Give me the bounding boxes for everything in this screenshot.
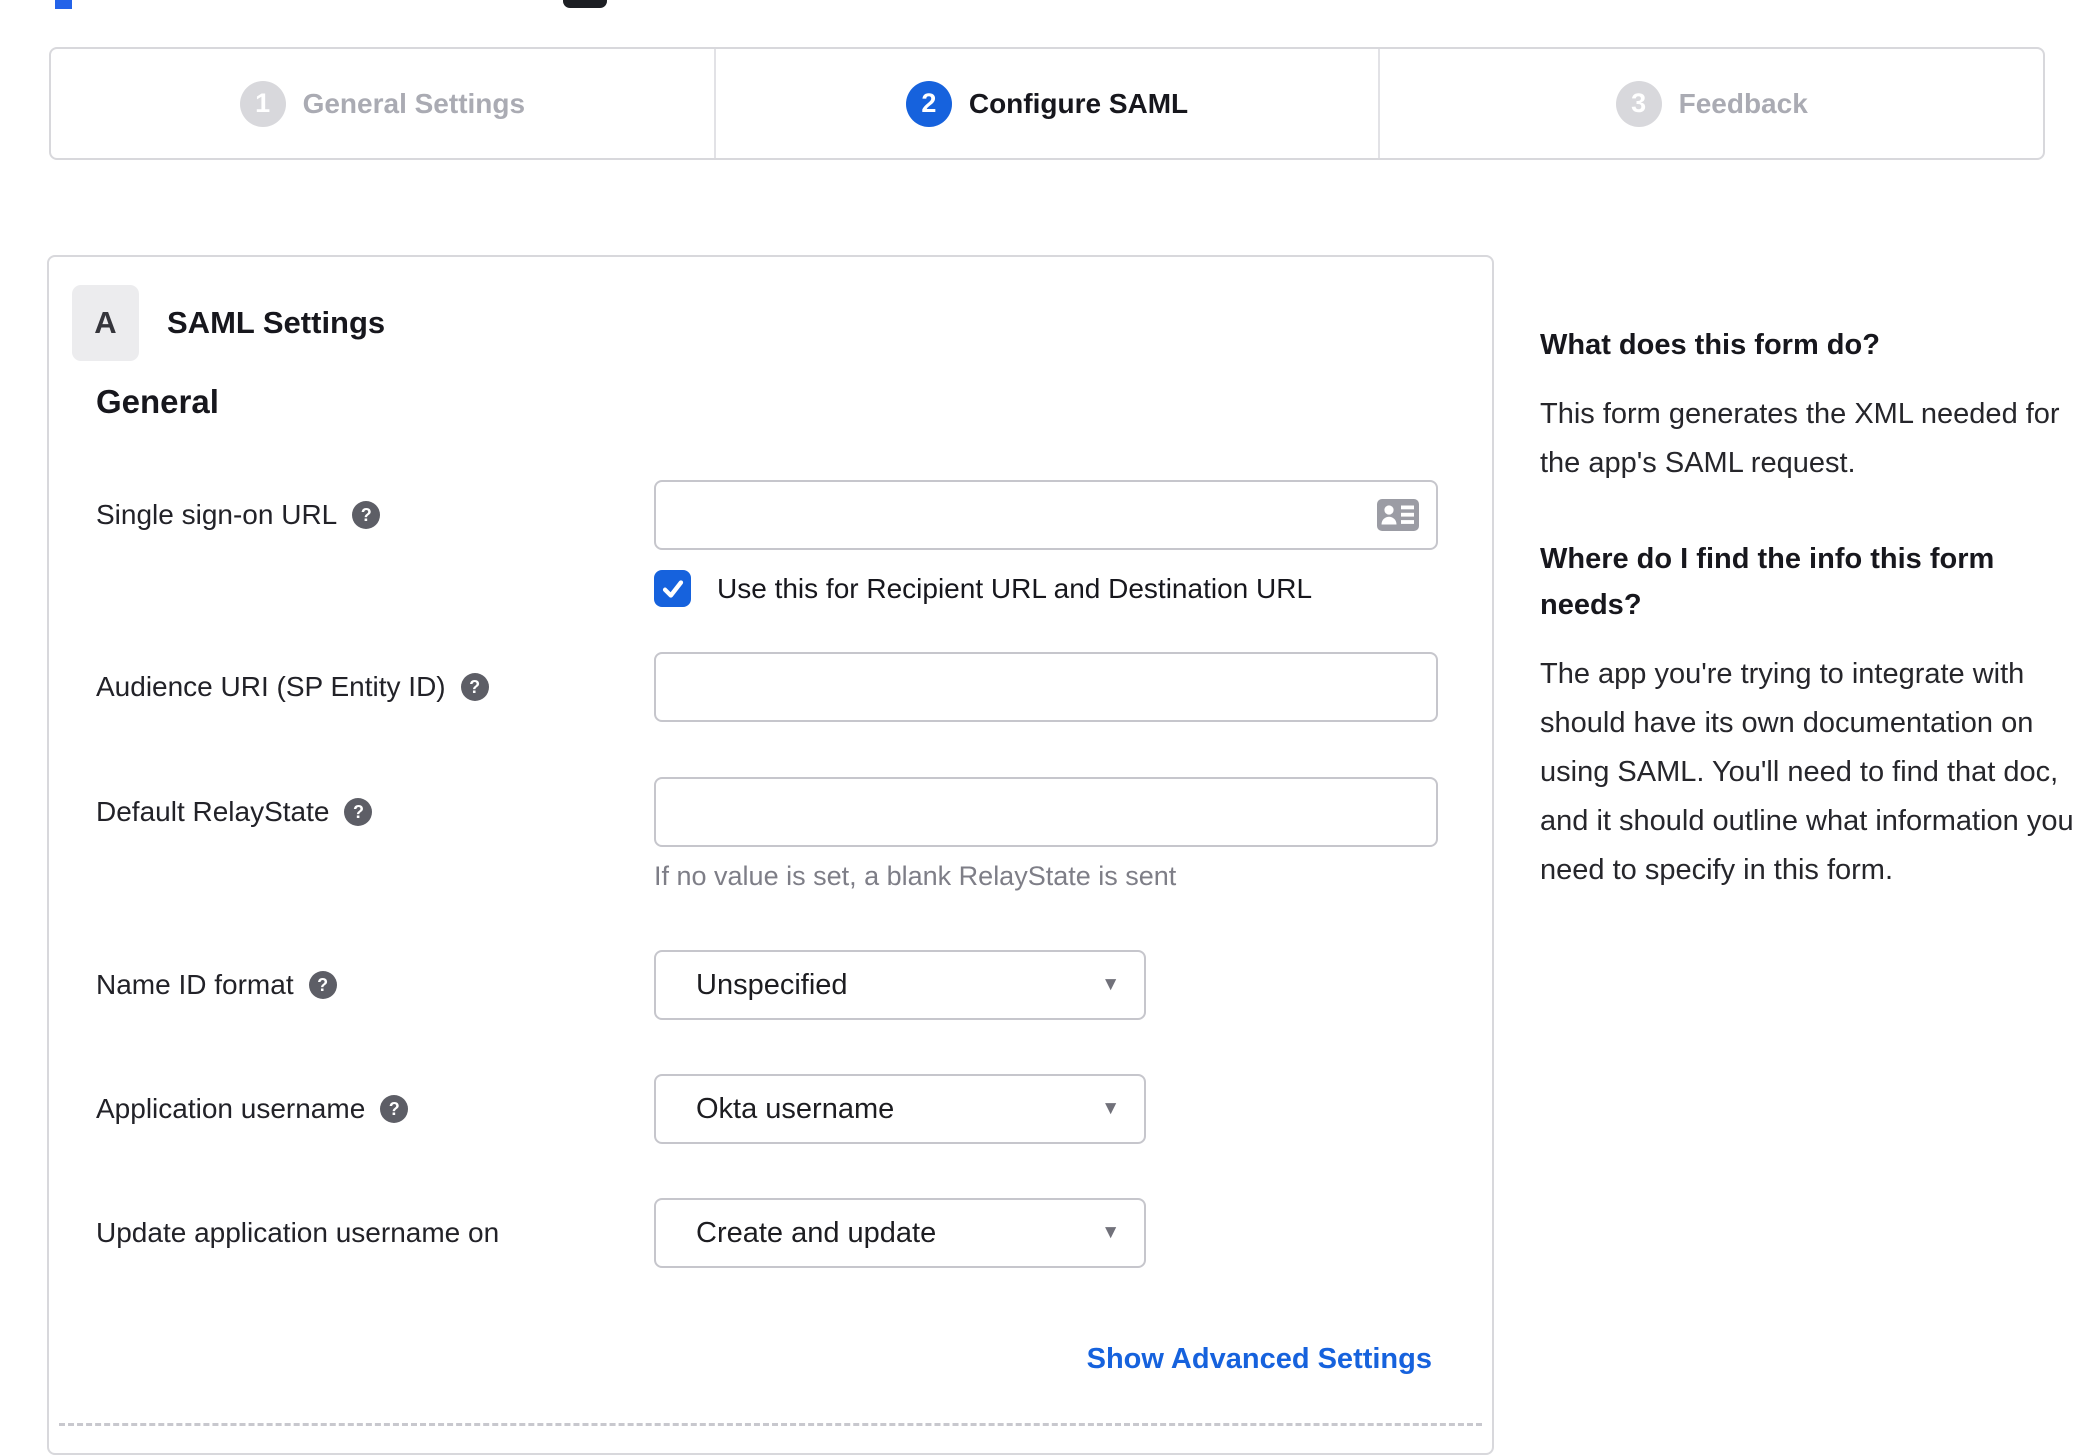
sidebar-heading-where: Where do I find the info this form needs… — [1540, 543, 1995, 621]
app-username-label: Application username ? — [96, 1074, 636, 1144]
show-advanced-settings-link[interactable]: Show Advanced Settings — [1087, 1343, 1432, 1376]
saml-settings-panel: A SAML Settings General Single sign-on U… — [47, 255, 1494, 1455]
help-sidebar: What does this form do? This form genera… — [1540, 322, 2085, 943]
section-title: SAML Settings — [167, 305, 386, 340]
update-username-label-text: Update application username on — [96, 1217, 500, 1248]
contact-card-icon[interactable] — [1376, 498, 1420, 532]
sidebar-paragraph-what: This form generates the XML needed for t… — [1540, 398, 2060, 479]
app-username-value: Okta username — [696, 1092, 895, 1125]
chevron-down-icon: ▼ — [1101, 974, 1120, 995]
name-id-format-value: Unspecified — [696, 968, 848, 1001]
name-id-format-label: Name ID format ? — [96, 950, 636, 1020]
chevron-down-icon: ▼ — [1101, 1222, 1120, 1243]
step-number-badge: 2 — [905, 80, 952, 127]
update-username-select[interactable]: Create and update ▼ — [654, 1198, 1146, 1268]
name-id-format-label-text: Name ID format — [96, 969, 294, 1000]
cutoff-blue-fragment — [55, 0, 72, 9]
group-title-general: General — [96, 383, 219, 420]
cutoff-dark-icon-fragment — [563, 0, 607, 8]
relaystate-label-text: Default RelayState — [96, 796, 330, 827]
step-feedback[interactable]: 3 Feedback — [1378, 49, 2043, 158]
audience-uri-input[interactable] — [654, 652, 1438, 722]
audience-uri-label-text: Audience URI (SP Entity ID) — [96, 671, 446, 702]
app-username-label-text: Application username — [96, 1093, 366, 1124]
help-icon[interactable]: ? — [344, 798, 373, 826]
relaystate-label: Default RelayState ? — [96, 777, 636, 847]
sso-url-label-text: Single sign-on URL — [96, 499, 338, 530]
sso-url-input-wrap — [654, 480, 1438, 550]
help-icon[interactable]: ? — [308, 971, 337, 999]
chevron-down-icon: ▼ — [1101, 1098, 1120, 1119]
update-username-label: Update application username on — [96, 1198, 636, 1268]
update-username-value: Create and update — [696, 1216, 937, 1249]
step-number-badge: 1 — [239, 80, 286, 127]
sidebar-paragraph-where: The app you're trying to integrate with … — [1540, 658, 2074, 886]
step-configure-saml[interactable]: 2 Configure SAML — [713, 49, 1379, 158]
sso-url-input[interactable] — [654, 480, 1438, 550]
recipient-url-checkbox[interactable] — [654, 570, 691, 607]
help-icon[interactable]: ? — [352, 501, 381, 529]
section-letter-badge: A — [72, 285, 139, 361]
help-icon[interactable]: ? — [380, 1095, 409, 1123]
sso-url-label: Single sign-on URL ? — [96, 480, 636, 550]
step-label: Feedback — [1678, 87, 1808, 119]
step-label: General Settings — [302, 87, 526, 119]
app-username-select[interactable]: Okta username ▼ — [654, 1074, 1146, 1144]
wizard-stepper: 1 General Settings 2 Configure SAML 3 Fe… — [49, 47, 2045, 160]
help-icon[interactable]: ? — [460, 673, 489, 701]
relaystate-hint: If no value is set, a blank RelayState i… — [654, 861, 1177, 891]
sidebar-heading-what: What does this form do? — [1540, 329, 1880, 361]
step-number-badge: 3 — [1615, 80, 1662, 127]
step-label: Configure SAML — [968, 87, 1189, 119]
name-id-format-select[interactable]: Unspecified ▼ — [654, 950, 1146, 1020]
recipient-url-checkbox-label[interactable]: Use this for Recipient URL and Destinati… — [717, 570, 1312, 607]
checkmark-icon — [662, 579, 683, 598]
relaystate-input[interactable] — [654, 777, 1438, 847]
audience-uri-label: Audience URI (SP Entity ID) ? — [96, 652, 636, 722]
step-general-settings[interactable]: 1 General Settings — [51, 49, 714, 158]
